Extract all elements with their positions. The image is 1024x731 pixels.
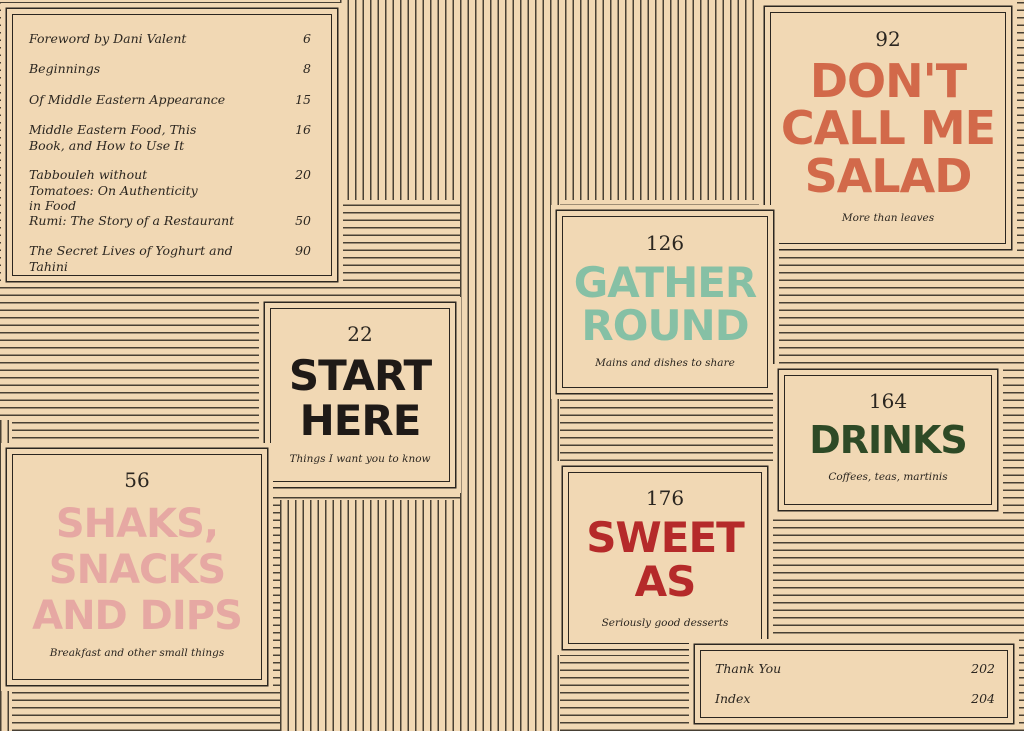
chapter-title-line: AS (634, 557, 697, 606)
toc-item-title: Rumi: The Story of a Restaurant (29, 213, 235, 228)
toc-item-page: 50 (295, 213, 311, 228)
chapter-title-line: AND DIPS (32, 593, 243, 639)
chapter-card-gather[interactable]: 126 GATHER ROUND Mains and dishes to sha… (562, 216, 768, 388)
maze-pattern-vertical-top (340, 0, 760, 200)
chapter-card-shaks[interactable]: 56 SHAKS, SNACKS AND DIPS Breakfast and … (12, 454, 262, 680)
chapter-title-line: HERE (299, 396, 422, 445)
toc-item-title: Tabbouleh without Tomatoes: On Authentic… (29, 167, 198, 213)
toc-item[interactable]: Foreword by Dani Valent 6 (29, 31, 311, 47)
toc-item-title: Middle Eastern Food, This Book, and How … (29, 122, 197, 153)
toc-item-page: 16 (295, 122, 311, 137)
toc-item[interactable]: The Secret Lives of Yoghurt and Tahini 9… (29, 243, 311, 274)
end-matter-item[interactable]: Thank You 202 (715, 661, 995, 677)
chapter-subtitle: Mains and dishes to share (595, 357, 735, 369)
chapter-subtitle: Coffees, teas, martinis (828, 471, 948, 483)
chapter-card-drinks[interactable]: 164 DRINKS Coffees, teas, martinis (784, 375, 992, 505)
toc-item[interactable]: Of Middle Eastern Appearance 15 (29, 92, 311, 108)
toc-item-title: Beginnings (29, 61, 101, 76)
chapter-card-start[interactable]: 22 START HERE Things I want you to know (270, 308, 450, 482)
end-matter-title: Thank You (715, 661, 782, 676)
toc-item-page: 6 (303, 31, 311, 46)
toc-item[interactable]: Rumi: The Story of a Restaurant 50 (29, 213, 311, 229)
chapter-title-line: CALL ME (780, 101, 996, 155)
toc-item-page: 90 (295, 243, 311, 258)
chapter-title-line: ROUND (581, 301, 749, 350)
chapter-title-line: START (288, 351, 432, 400)
chapter-title-line: DON'T (809, 54, 967, 108)
end-matter-title: Index (715, 691, 751, 706)
chapter-page-number: 164 (868, 389, 908, 413)
end-matter-box: Thank You 202 Index 204 (700, 650, 1008, 718)
chapter-page-number: 126 (645, 231, 685, 255)
chapter-title-line: GATHER (573, 258, 758, 307)
chapter-page-number: 176 (645, 486, 685, 510)
chapter-title-line: SNACKS (48, 547, 226, 593)
toc-item[interactable]: Beginnings 8 (29, 61, 311, 77)
toc-item-page: 15 (295, 92, 311, 107)
maze-pattern-vertical-left (0, 420, 12, 731)
toc-item-page: 20 (295, 167, 311, 182)
chapter-title-line: SWEET (586, 513, 745, 562)
chapter-page-number: 56 (124, 468, 150, 492)
chapter-title-line: SHAKS, (55, 501, 219, 547)
toc-item[interactable]: Tabbouleh without Tomatoes: On Authentic… (29, 167, 311, 214)
toc-item-page: 8 (303, 61, 311, 76)
toc-item-title: Of Middle Eastern Appearance (29, 92, 226, 107)
chapter-subtitle: Seriously good desserts (601, 617, 729, 629)
chapter-card-salad[interactable]: 92 DON'T CALL ME SALAD More than leaves (770, 12, 1006, 244)
chapter-subtitle: More than leaves (841, 212, 935, 224)
chapter-card-sweet[interactable]: 176 SWEET AS Seriously good desserts (568, 472, 762, 644)
chapter-subtitle: Things I want you to know (289, 453, 431, 465)
chapter-page-number: 22 (347, 322, 373, 346)
toc-box: Foreword by Dani Valent 6 Beginnings 8 O… (12, 14, 332, 276)
chapter-title-line: SALAD (804, 149, 973, 203)
end-matter-item[interactable]: Index 204 (715, 691, 995, 707)
chapter-title-line: DRINKS (809, 418, 968, 462)
toc-item-title: The Secret Lives of Yoghurt and Tahini (29, 243, 233, 274)
end-matter-page: 202 (971, 661, 995, 676)
chapter-page-number: 92 (875, 27, 901, 51)
chapter-subtitle: Breakfast and other small things (49, 647, 225, 659)
toc-item[interactable]: Middle Eastern Food, This Book, and How … (29, 122, 311, 153)
toc-item-title: Foreword by Dani Valent (29, 31, 187, 46)
end-matter-page: 204 (971, 691, 995, 706)
maze-pattern-vertical-bottom (280, 500, 560, 731)
